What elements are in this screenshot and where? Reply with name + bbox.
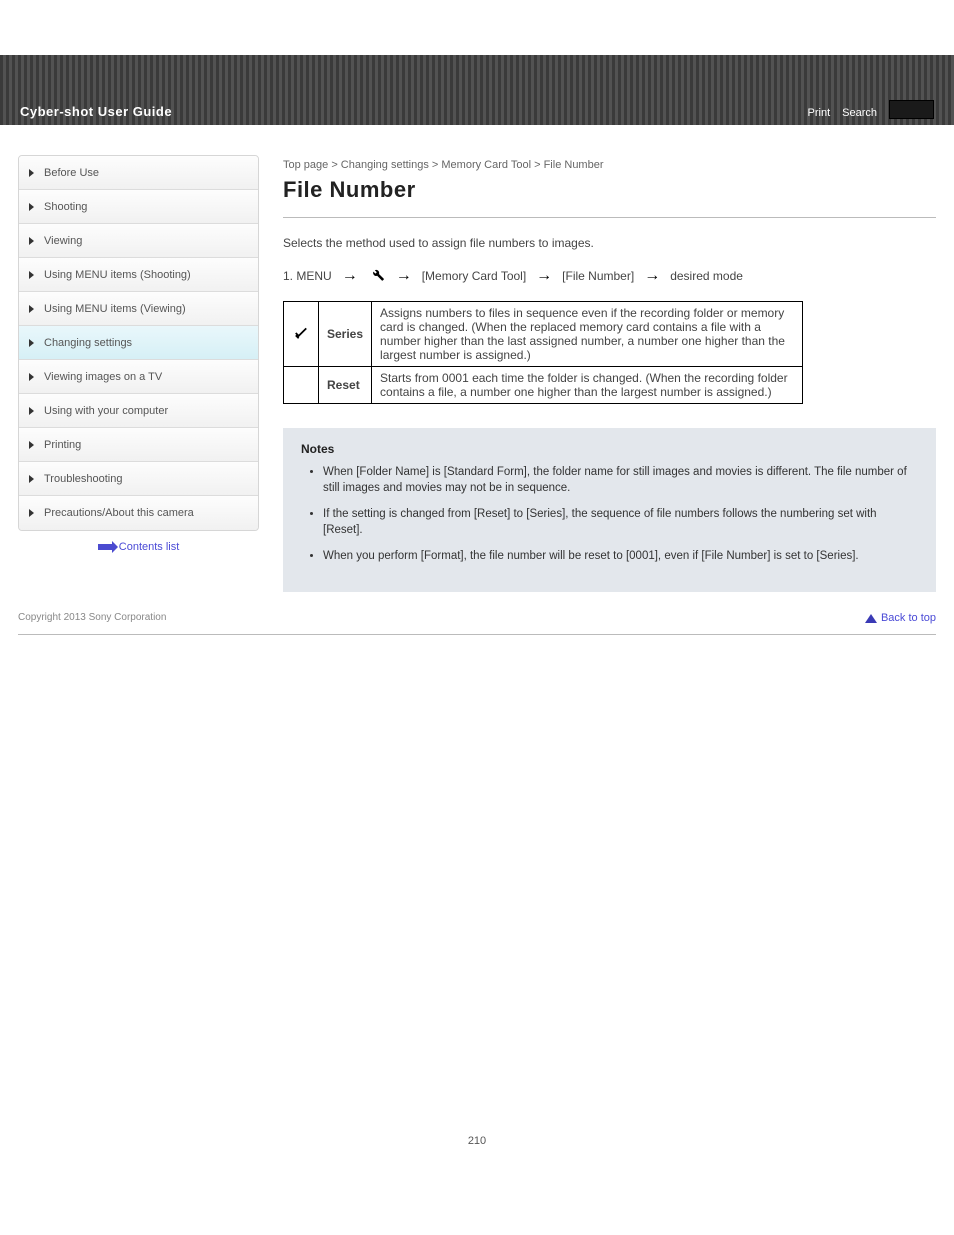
path-step-1: 1. MENU <box>283 269 332 283</box>
chevron-right-icon <box>29 475 34 483</box>
option-name: Series <box>319 302 372 367</box>
arrow-right-icon: → <box>342 267 358 285</box>
path-step-5: desired mode <box>670 269 743 283</box>
header-right: Print Search <box>808 100 934 119</box>
sidebar-item-label: Precautions/About this camera <box>44 507 194 519</box>
note-item: When you perform [Format], the file numb… <box>323 548 918 564</box>
chevron-right-icon <box>29 203 34 211</box>
arrow-right-icon: → <box>536 267 552 285</box>
triangle-up-icon <box>865 614 877 623</box>
path-step-3: [Memory Card Tool] <box>422 269 526 283</box>
option-desc: Starts from 0001 each time the folder is… <box>372 367 803 404</box>
sidebar-item-label: Before Use <box>44 167 99 179</box>
sidebar-item-computer[interactable]: Using with your computer <box>19 394 258 428</box>
sidebar-nav: Before Use Shooting Viewing Using MENU i… <box>18 155 259 531</box>
note-item: When [Folder Name] is [Standard Form], t… <box>323 464 918 496</box>
sidebar-item-label: Viewing images on a TV <box>44 371 162 383</box>
options-table: Series Assigns numbers to files in seque… <box>283 301 803 404</box>
sidebar-item-precautions[interactable]: Precautions/About this camera <box>19 496 258 530</box>
back-to-top-link[interactable]: Back to top <box>865 612 936 624</box>
header-banner: Cyber-shot User Guide Print Search <box>0 55 954 125</box>
sidebar-item-shooting[interactable]: Shooting <box>19 190 258 224</box>
sidebar-item-printing[interactable]: Printing <box>19 428 258 462</box>
sidebar-item-label: Viewing <box>44 235 82 247</box>
chevron-right-icon <box>29 441 34 449</box>
chevron-right-icon <box>29 373 34 381</box>
menu-path: 1. MENU → → [Memory Card Tool] → [File N… <box>283 266 936 285</box>
chevron-right-icon <box>29 305 34 313</box>
chevron-right-icon <box>29 339 34 347</box>
sidebar-item-label: Using MENU items (Shooting) <box>44 269 191 281</box>
sidebar-item-changing-settings[interactable]: Changing settings <box>19 326 258 360</box>
sidebar-item-viewing[interactable]: Viewing <box>19 224 258 258</box>
note-item: If the setting is changed from [Reset] t… <box>323 506 918 538</box>
sidebar-item-label: Using MENU items (Viewing) <box>44 303 186 315</box>
sidebar-item-menu-shooting[interactable]: Using MENU items (Shooting) <box>19 258 258 292</box>
page-title: File Number <box>283 177 936 203</box>
sidebar-wrap: Before Use Shooting Viewing Using MENU i… <box>18 155 259 553</box>
sidebar-item-label: Shooting <box>44 201 87 213</box>
sidebar-item-troubleshooting[interactable]: Troubleshooting <box>19 462 258 496</box>
option-default-cell <box>284 302 319 367</box>
sidebar-item-before-use[interactable]: Before Use <box>19 156 258 190</box>
sidebar-item-label: Troubleshooting <box>44 473 122 485</box>
page-number: 210 <box>0 1135 954 1177</box>
sidebar-item-menu-viewing[interactable]: Using MENU items (Viewing) <box>19 292 258 326</box>
breadcrumb: Top page > Changing settings > Memory Ca… <box>283 159 936 171</box>
content-area: Top page > Changing settings > Memory Ca… <box>283 155 936 592</box>
arrow-right-icon: → <box>644 267 660 285</box>
sidebar-item-label: Changing settings <box>44 337 132 349</box>
arrow-right-icon <box>98 544 112 550</box>
option-desc: Assigns numbers to files in sequence eve… <box>372 302 803 367</box>
chevron-right-icon <box>29 407 34 415</box>
sidebar-item-label: Printing <box>44 439 81 451</box>
copyright-text: Copyright 2013 Sony Corporation <box>18 612 166 624</box>
option-default-cell <box>284 367 319 404</box>
search-label: Search <box>842 107 877 119</box>
notes-heading: Notes <box>301 442 918 456</box>
table-row: Series Assigns numbers to files in seque… <box>284 302 803 367</box>
intro-text: Selects the method used to assign file n… <box>283 236 936 250</box>
wrench-icon <box>368 266 386 285</box>
chevron-right-icon <box>29 271 34 279</box>
notes-panel: Notes When [Folder Name] is [Standard Fo… <box>283 428 936 592</box>
contents-list-link[interactable]: Contents list <box>119 541 180 553</box>
table-row: Reset Starts from 0001 each time the fol… <box>284 367 803 404</box>
divider <box>283 217 936 218</box>
back-to-top-label: Back to top <box>881 612 936 624</box>
chevron-right-icon <box>29 237 34 245</box>
chevron-right-icon <box>29 509 34 517</box>
footer: Copyright 2013 Sony Corporation Back to … <box>18 612 936 635</box>
path-step-4: [File Number] <box>562 269 634 283</box>
check-icon <box>292 326 310 343</box>
sidebar-item-label: Using with your computer <box>44 405 168 417</box>
arrow-right-icon: → <box>396 267 412 285</box>
contents-list-row: Contents list <box>18 531 259 553</box>
notes-list: When [Folder Name] is [Standard Form], t… <box>323 464 918 564</box>
chevron-right-icon <box>29 169 34 177</box>
print-link[interactable]: Print <box>808 107 831 119</box>
search-input[interactable] <box>889 100 934 119</box>
guide-title: Cyber-shot User Guide <box>20 104 172 119</box>
sidebar-item-tv[interactable]: Viewing images on a TV <box>19 360 258 394</box>
option-name: Reset <box>319 367 372 404</box>
